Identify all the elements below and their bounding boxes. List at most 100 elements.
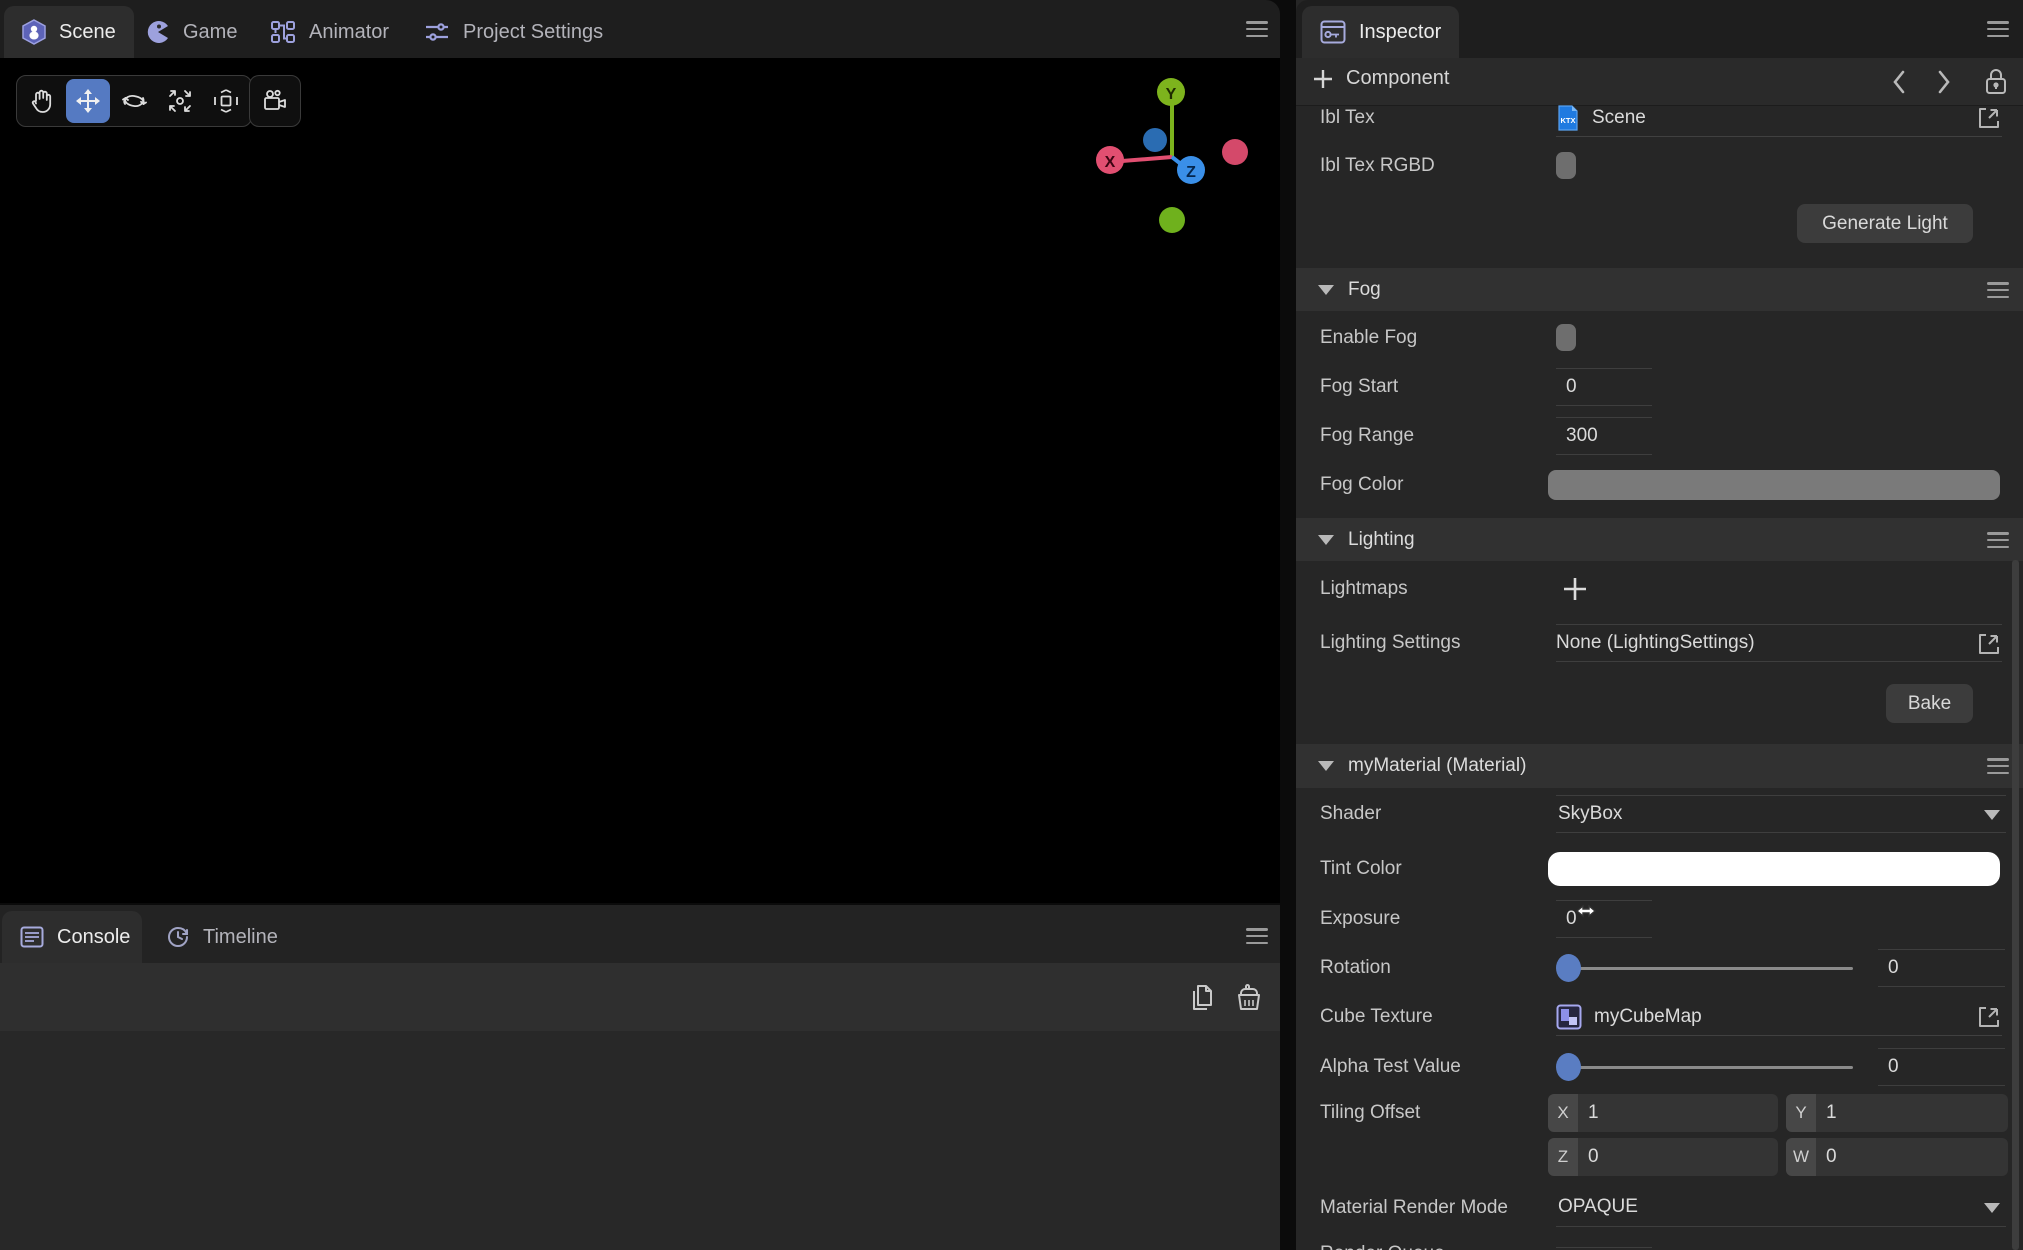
tab-timeline-label: Timeline [203,926,278,949]
tab-scene[interactable]: Scene [4,6,134,58]
tab-animator-label: Animator [309,21,389,44]
game-icon [146,20,170,44]
scene-icon [22,19,46,45]
tab-console[interactable]: Console [2,911,142,963]
hand-icon [29,88,55,114]
lighting-settings-field[interactable]: None (LightingSettings) [1556,624,2002,662]
move-tool-button[interactable] [66,79,110,123]
lighting-menu-icon[interactable] [1987,532,2009,548]
orbit-icon [120,88,148,114]
pick-asset-icon[interactable] [1976,632,2000,656]
cube-texture-value: myCubeMap [1594,1006,1702,1028]
inspector-menu-icon[interactable] [1987,21,2009,37]
pick-asset-icon[interactable] [1976,1005,2000,1029]
alpha-test-slider-knob[interactable] [1556,1053,1581,1081]
rotation-input[interactable]: 0 [1878,949,2005,987]
exposure-label: Exposure [1320,900,1400,938]
tab-animator[interactable]: Animator [252,6,407,58]
rotation-slider-track[interactable] [1565,967,1853,970]
enable-fog-checkbox[interactable] [1556,324,1576,351]
lighting-collapse-icon [1318,535,1334,545]
svg-text:X: X [1105,154,1116,171]
fog-section-title: Fog [1348,279,1381,301]
fog-color-label: Fog Color [1320,466,1403,504]
alpha-test-slider-track[interactable] [1565,1066,1853,1069]
tab-game-label: Game [183,21,237,44]
material-menu-icon[interactable] [1987,758,2009,774]
console-menu-icon[interactable] [1246,928,1268,944]
tab-project-settings[interactable]: Project Settings [406,6,621,58]
cubemap-texture-icon [1556,1004,1582,1030]
gizmo-neg-y-handle[interactable] [1159,207,1185,233]
material-section-header[interactable]: myMaterial (Material) [1296,744,2023,788]
inspector-icon [1320,20,1346,44]
lightmaps-label: Lightmaps [1320,570,1408,608]
tiling-x-input[interactable]: 1 [1578,1094,1778,1132]
scene-viewport[interactable]: Y X Z [0,58,1280,903]
nav-forward-icon[interactable] [1936,69,1952,95]
nav-back-icon[interactable] [1891,69,1907,95]
console-toolbar [0,963,1280,1031]
svg-text:KTX: KTX [1561,116,1576,125]
cube-texture-label: Cube Texture [1320,998,1433,1036]
inspector-tabstrip: Inspector [1296,0,2023,58]
tint-color-swatch[interactable] [1548,852,2000,886]
tab-inspector[interactable]: Inspector [1302,6,1459,58]
tiling-z-key: Z [1548,1138,1578,1176]
rotation-slider-knob[interactable] [1556,954,1581,982]
gizmo-neg-z-handle[interactable] [1143,128,1167,152]
tiling-x-key: X [1548,1094,1578,1132]
tiling-z-input[interactable]: 0 [1578,1138,1778,1176]
plus-icon [1312,68,1334,90]
generate-light-button[interactable]: Generate Light [1797,204,1973,243]
fog-start-input[interactable]: 0 [1556,368,1652,406]
lighting-section-header[interactable]: Lighting [1296,518,2023,561]
pan-tool-button[interactable] [20,79,64,123]
render-mode-dropdown[interactable]: OPAQUE [1556,1189,2006,1227]
add-component-button[interactable]: Component [1312,67,1449,90]
tab-console-label: Console [57,926,130,949]
animator-icon [270,20,296,44]
move-icon [75,88,101,114]
gizmo-neg-x-handle[interactable] [1222,139,1248,165]
lock-icon[interactable] [1984,67,2008,97]
add-lightmap-icon[interactable] [1562,576,1588,602]
alpha-test-input[interactable]: 0 [1878,1048,2005,1086]
material-section-title: myMaterial (Material) [1348,755,1526,777]
lighting-settings-label: Lighting Settings [1320,624,1461,662]
inspector-scrollbar-thumb[interactable] [2012,560,2019,1250]
ibl-tex-rgbd-label: Ibl Tex RGBD [1320,147,1435,185]
fog-menu-icon[interactable] [1987,282,2009,298]
tiling-y-input[interactable]: 1 [1816,1094,2008,1132]
fog-color-swatch[interactable] [1548,470,2000,500]
inspector-panel: Inspector Component [1296,0,2023,1250]
shader-dropdown[interactable]: SkyBox [1556,795,2006,833]
pick-asset-icon[interactable] [1976,106,2000,130]
rotate-tool-button[interactable] [112,79,156,123]
view-cube-icon [212,88,240,114]
fog-range-input[interactable]: 300 [1556,417,1652,455]
shader-caret-icon [1984,810,2000,820]
camera-view-button[interactable] [253,79,297,123]
main-menu-icon[interactable] [1246,21,1268,37]
timeline-clock-icon [166,925,190,949]
orientation-tool-button[interactable] [204,79,248,123]
tab-timeline[interactable]: Timeline [148,911,296,963]
shader-label: Shader [1320,795,1381,833]
console-log-area[interactable] [0,1031,1280,1250]
ibl-tex-rgbd-checkbox[interactable] [1556,152,1576,179]
fog-section-header[interactable]: Fog [1296,268,2023,311]
copy-log-button[interactable] [1188,983,1216,1013]
tiling-w-input[interactable]: 0 [1816,1138,2008,1176]
svg-text:Z: Z [1186,164,1196,181]
tab-scene-label: Scene [59,21,116,44]
cube-texture-field[interactable]: myCubeMap [1556,998,2002,1036]
exposure-input[interactable]: 0 [1556,900,1652,938]
axis-gizmo: Y X Z [1072,58,1292,288]
bake-button[interactable]: Bake [1886,684,1973,723]
ibl-tex-field[interactable]: KTX Scene [1556,99,2002,137]
tab-game[interactable]: Game [128,6,255,58]
frame-tool-button[interactable] [158,79,202,123]
clear-console-icon[interactable] [1234,983,1264,1013]
frame-selection-icon [167,88,193,114]
